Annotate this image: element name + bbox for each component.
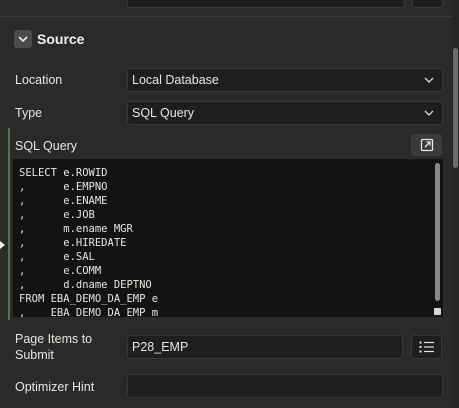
sql-code-editor[interactable]: SELECT e.ROWID , e.EMPNO , e.ENAME , e.J… — [12, 158, 444, 318]
code-line: SELECT e.ROWID — [19, 167, 108, 179]
open-in-editor-icon — [420, 138, 433, 152]
code-line: , e.EMPNO — [19, 181, 108, 193]
section-title: Source — [37, 31, 85, 47]
code-line: , e.SAL — [19, 251, 95, 263]
editor-scrollbar[interactable] — [435, 163, 440, 301]
previous-field-button[interactable] — [412, 0, 443, 8]
resize-handle-icon[interactable] — [434, 308, 441, 315]
list-picker-icon — [419, 341, 434, 353]
optimizer-hint-label: Optimizer Hint — [15, 380, 95, 394]
chevron-down-icon — [18, 35, 28, 42]
code-line: , EBA_DEMO_DA_EMP m — [19, 307, 159, 318]
panel-scrollbar[interactable] — [452, 0, 459, 408]
previous-field[interactable] — [127, 0, 405, 8]
current-row-arrow-icon — [0, 241, 5, 249]
code-line: , e.HIREDATE — [19, 237, 127, 249]
open-code-editor-button[interactable] — [411, 134, 442, 156]
panel-scrollbar-thumb[interactable] — [453, 48, 458, 168]
type-select[interactable]: SQL Query — [127, 101, 443, 125]
location-label: Location — [15, 73, 63, 87]
page-items-label-line1: Page Items to — [15, 332, 93, 346]
code-line: , e.ENAME — [19, 195, 108, 207]
section-divider — [0, 16, 459, 17]
chevron-down-icon — [424, 110, 434, 116]
code-line: , e.JOB — [19, 209, 95, 221]
page-items-picker-button[interactable] — [411, 335, 442, 359]
page-items-value: P28_EMP — [132, 340, 189, 354]
code-line: , d.dname DEPTNO — [19, 279, 152, 291]
location-value: Local Database — [132, 73, 219, 87]
chevron-down-icon — [424, 77, 434, 83]
section-collapse-toggle[interactable] — [14, 30, 32, 48]
property-editor: Source Location Local Database Type SQL … — [0, 0, 459, 408]
page-items-label-line2: Submit — [15, 348, 54, 362]
type-label: Type — [15, 106, 43, 120]
type-value: SQL Query — [132, 106, 195, 120]
optimizer-hint-input[interactable] — [127, 374, 443, 398]
page-items-input[interactable]: P28_EMP — [127, 335, 403, 359]
code-line: , m.ename MGR — [19, 223, 133, 235]
sql-query-label: SQL Query — [15, 139, 78, 153]
code-line: FROM EBA_DEMO_DA_EMP e — [19, 293, 159, 305]
active-property-indicator — [8, 128, 10, 320]
code-line: , e.COMM — [19, 265, 102, 277]
location-select[interactable]: Local Database — [127, 68, 443, 92]
